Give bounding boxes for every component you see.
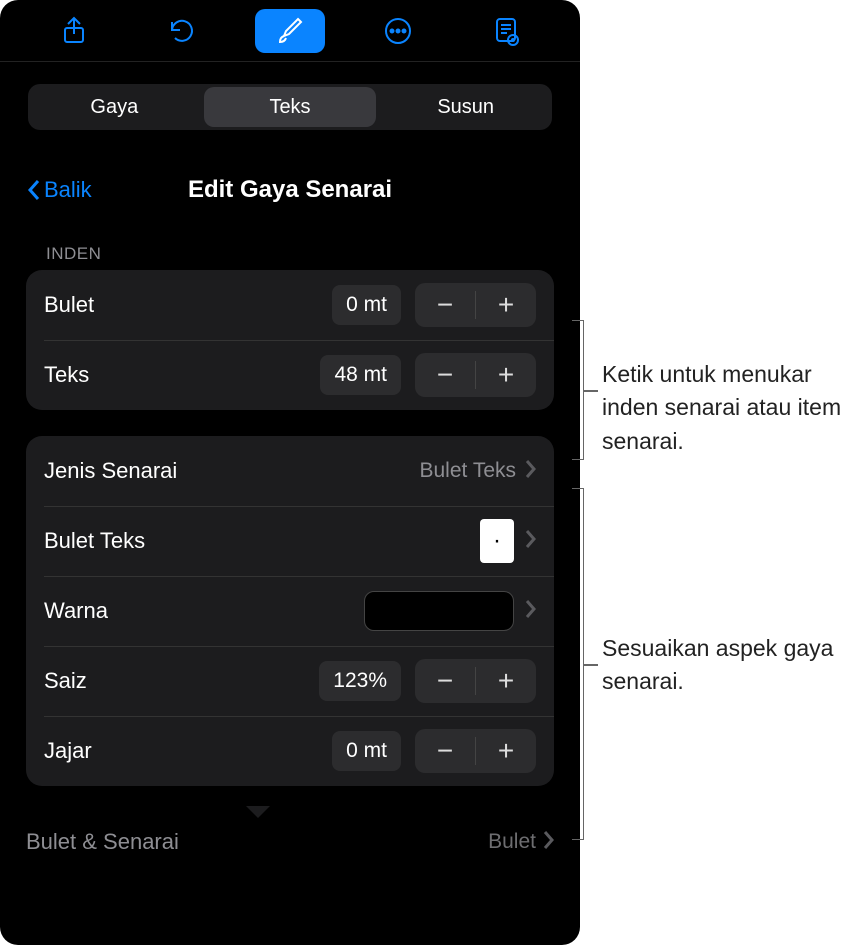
inden-section-label: INDEN [46,244,564,264]
tab-gaya[interactable]: Gaya [28,84,201,130]
chevron-right-icon [524,459,536,484]
tab-susun[interactable]: Susun [379,84,552,130]
panel-header: Balik Edit Gaya Senarai [16,160,564,220]
warna-label: Warna [44,598,364,624]
minus-button[interactable]: − [415,353,475,397]
back-button[interactable]: Balik [26,177,92,203]
bulet-teks-label: Bulet Teks [44,528,480,554]
plus-button[interactable]: + [476,729,536,773]
saiz-row: Saiz 123% − + [26,646,554,716]
edit-list-style-panel: Balik Edit Gaya Senarai INDEN Bulet 0 mt… [16,160,564,786]
footer-value: Bulet [488,830,536,854]
inden-teks-stepper: − + [415,353,536,397]
jajar-row: Jajar 0 mt − + [26,716,554,786]
callout-leader [584,390,598,392]
jajar-label: Jajar [44,738,332,764]
callout-inden: Ketik untuk menukar inden senarai atau i… [602,358,852,458]
inden-group: Bulet 0 mt − + Teks 48 mt − + [26,270,554,410]
jajar-value[interactable]: 0 mt [332,731,401,771]
footer-label: Bulet & Senarai [26,829,488,855]
callout-leader [584,664,598,666]
bulet-teks-row[interactable]: Bulet Teks · [26,506,554,576]
document-icon[interactable] [471,9,541,53]
format-segmented-control: Gaya Teks Susun [28,84,552,130]
more-icon[interactable] [363,9,433,53]
style-group: Jenis Senarai Bulet Teks Bulet Teks · Wa… [26,436,554,786]
bulet-senarai-row[interactable]: Bulet & Senarai Bulet [26,812,554,872]
share-icon[interactable] [39,9,109,53]
inden-teks-row: Teks 48 mt − + [26,340,554,410]
brush-icon[interactable] [255,9,325,53]
jenis-senarai-label: Jenis Senarai [44,458,420,484]
callout-bracket-style [572,488,584,840]
top-toolbar [0,0,580,62]
back-label: Balik [44,177,92,203]
color-swatch [364,591,514,631]
saiz-stepper: − + [415,659,536,703]
jajar-stepper: − + [415,729,536,773]
undo-icon[interactable] [147,9,217,53]
inden-bulet-value[interactable]: 0 mt [332,285,401,325]
panel-title: Edit Gaya Senarai [188,176,392,204]
inden-bulet-row: Bulet 0 mt − + [26,270,554,340]
popover-pointer [246,806,270,818]
jenis-senarai-row[interactable]: Jenis Senarai Bulet Teks [26,436,554,506]
minus-button[interactable]: − [415,729,475,773]
inden-bulet-stepper: − + [415,283,536,327]
minus-button[interactable]: − [415,659,475,703]
plus-button[interactable]: + [476,283,536,327]
minus-button[interactable]: − [415,283,475,327]
saiz-value[interactable]: 123% [319,661,401,701]
chevron-right-icon [542,830,554,855]
inden-teks-label: Teks [44,362,320,388]
saiz-label: Saiz [44,668,319,694]
chevron-right-icon [524,529,536,554]
inden-bulet-label: Bulet [44,292,332,318]
plus-button[interactable]: + [476,353,536,397]
callout-style: Sesuaikan aspek gaya senarai. [602,632,852,699]
jenis-senarai-value: Bulet Teks [420,459,517,483]
tab-teks[interactable]: Teks [204,87,377,127]
device-frame: Gaya Teks Susun Balik Edit Gaya Senarai … [0,0,580,945]
bullet-preview: · [480,519,514,563]
warna-row[interactable]: Warna [26,576,554,646]
chevron-right-icon [524,599,536,624]
inden-teks-value[interactable]: 48 mt [320,355,401,395]
callout-bracket-inden [572,320,584,460]
plus-button[interactable]: + [476,659,536,703]
